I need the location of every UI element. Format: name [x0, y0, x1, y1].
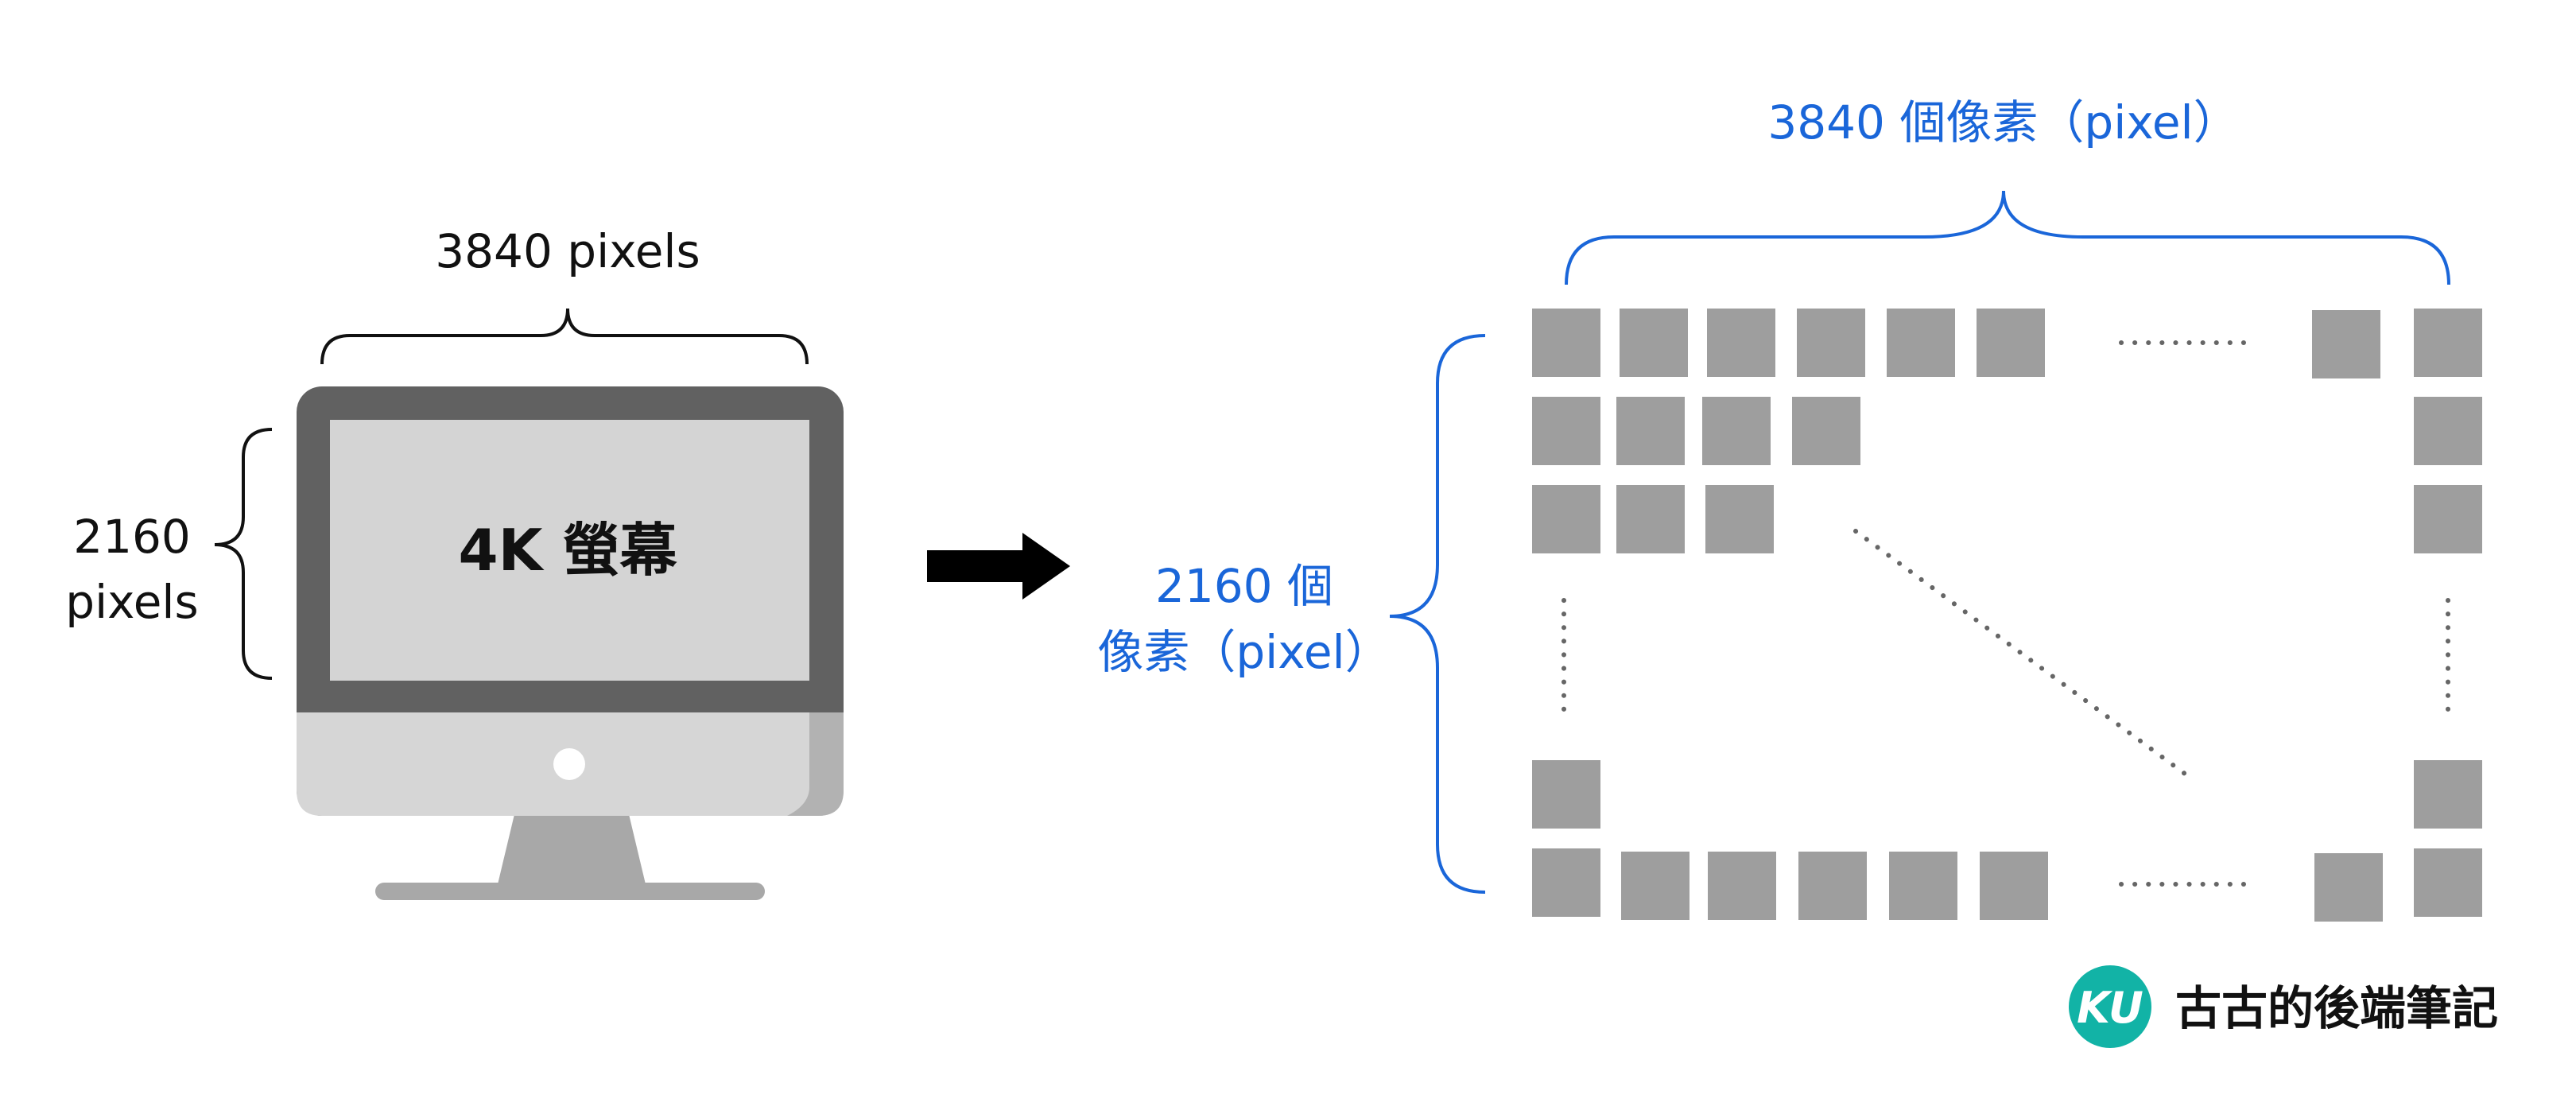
pixel-square	[1887, 309, 1955, 377]
monitor-neck	[498, 811, 646, 884]
pixel-square	[1621, 852, 1690, 920]
monitor-power-button	[553, 748, 585, 780]
monitor-width-label: 3840 pixels	[435, 224, 700, 278]
pixel-square	[1702, 397, 1771, 465]
pixel-square	[1532, 485, 1600, 553]
pixel-grid-height-label-line1: 2160 個	[1155, 559, 1333, 613]
brand-name: 古古的後端筆記	[2175, 981, 2498, 1035]
pixel-grid-height-brace	[1389, 334, 1486, 894]
pixel-square	[2414, 485, 2482, 553]
pixel-square	[1889, 852, 1957, 920]
monitor-height-label-line2: pixels	[65, 575, 199, 629]
pixel-grid-height-label-line2: 像素（pixel）	[1097, 625, 1391, 679]
pixel-square	[1532, 760, 1600, 829]
pixel-square	[1980, 852, 2048, 920]
pixel-square	[1620, 309, 1688, 377]
monitor-illustration: 3840 pixels 2160 pixels 4K 螢幕	[65, 224, 844, 900]
pixel-square	[2314, 853, 2383, 922]
monitor-height-brace	[214, 428, 273, 680]
pixel-square	[1977, 309, 2045, 377]
pixel-grid-width-brace	[1565, 190, 2450, 285]
pixel-square	[1616, 397, 1685, 465]
pixel-grid-width-label: 3840 個像素（pixel）	[1767, 95, 2239, 149]
pixel-square	[1705, 485, 1774, 553]
monitor-width-brace	[320, 308, 809, 365]
pixel-square	[2414, 397, 2482, 465]
monitor-height-label-line1: 2160	[73, 510, 191, 564]
diagram-canvas: 3840 pixels 2160 pixels 4K 螢幕 3840 個像素（p…	[65, 95, 2498, 1048]
pixel-square	[2312, 310, 2380, 378]
pixel-square	[2414, 760, 2482, 829]
pixel-square	[1708, 852, 1776, 920]
pixel-square	[1616, 485, 1685, 553]
monitor-base	[375, 883, 765, 900]
pixel-square	[1798, 852, 1867, 920]
monitor-screen-label: 4K 螢幕	[459, 517, 678, 584]
pixel-grid-diagram: 3840 個像素（pixel） 2160 個 像素（pixel）	[1097, 95, 2482, 922]
pixel-square	[1797, 309, 1865, 377]
pixel-square	[1792, 397, 1860, 465]
pixel-square	[2414, 309, 2482, 377]
pixel-square	[1532, 309, 1600, 377]
arrow-icon	[927, 533, 1070, 600]
pixel-square	[1532, 397, 1600, 465]
pixel-square	[1707, 309, 1775, 377]
brand-watermark: KU 古古的後端筆記	[2069, 965, 2498, 1048]
pixel-ellipsis-diagonal	[1853, 529, 2190, 778]
brand-logo-text: KU	[2077, 983, 2143, 1033]
pixel-square	[1532, 848, 1600, 917]
pixel-square	[2414, 848, 2482, 917]
